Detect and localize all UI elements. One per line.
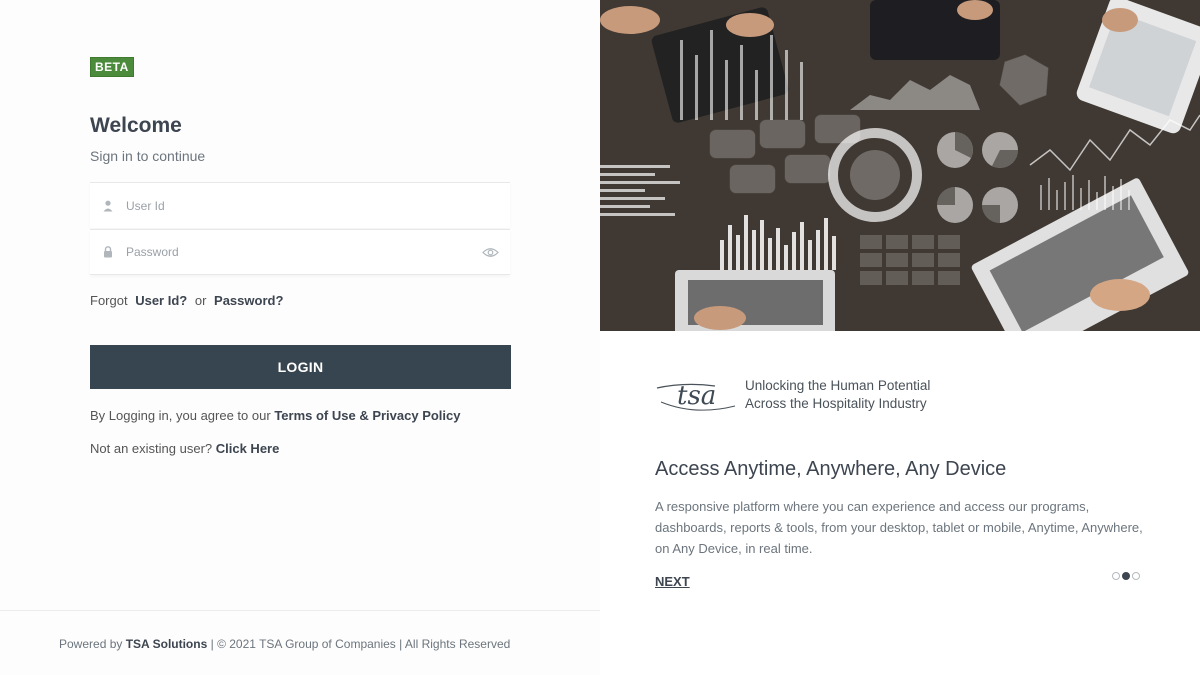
beta-badge: BETA [90, 57, 134, 77]
footer-company: TSA Solutions [125, 637, 208, 651]
terms-link[interactable]: Terms of Use & Privacy Policy [274, 408, 460, 423]
forgot-links: Forgot User Id? or Password? [90, 293, 287, 308]
password-input[interactable] [126, 245, 470, 259]
login-panel: BETA Welcome Sign in to continue Forgot … [0, 0, 600, 675]
brand-tagline: Unlocking the Human Potential Across the… [745, 377, 930, 413]
register-link[interactable]: Click Here [216, 441, 280, 456]
footer-prefix: Powered by [59, 637, 123, 651]
carousel-dots [1112, 572, 1140, 580]
tagline-line-2: Across the Hospitality Industry [745, 396, 927, 411]
lock-icon [90, 246, 126, 258]
footer: Powered by TSA Solutions | © 2021 TSA Gr… [59, 637, 510, 651]
eye-icon[interactable] [470, 247, 510, 258]
page-title: Welcome [90, 114, 182, 137]
user-icon [90, 200, 126, 212]
user-id-input[interactable] [126, 198, 510, 213]
carousel-dot-2[interactable] [1122, 572, 1130, 580]
forgot-user-id-link[interactable]: User Id? [135, 293, 187, 308]
brand-block: tsa Unlocking the Human Potential Across… [655, 372, 930, 418]
forgot-password-link[interactable]: Password? [214, 293, 283, 308]
next-button[interactable]: NEXT [655, 574, 690, 589]
terms-notice: By Logging in, you agree to our Terms of… [90, 408, 461, 423]
svg-text:tsa: tsa [677, 381, 716, 411]
terms-prefix: By Logging in, you agree to our [90, 408, 271, 423]
slide-title: Access Anytime, Anywhere, Any Device [655, 458, 1007, 480]
forgot-prefix: Forgot [90, 293, 128, 308]
user-id-field [90, 182, 510, 228]
new-user-notice: Not an existing user? Click Here [90, 441, 279, 456]
page-subtitle: Sign in to continue [90, 148, 206, 164]
password-field [90, 229, 510, 275]
promo-panel: tsa Unlocking the Human Potential Across… [600, 0, 1200, 675]
hero-image [600, 0, 1200, 331]
tsa-logo: tsa [655, 372, 739, 418]
new-user-prefix: Not an existing user? [90, 441, 213, 456]
carousel-dot-1[interactable] [1112, 572, 1120, 580]
forgot-or: or [194, 293, 207, 308]
login-button[interactable]: LOGIN [90, 345, 511, 389]
tagline-line-1: Unlocking the Human Potential [745, 378, 931, 393]
footer-divider [0, 610, 600, 611]
carousel-dot-3[interactable] [1132, 572, 1140, 580]
slide-description: A responsive platform where you can expe… [655, 499, 1143, 556]
footer-rest: | © 2021 TSA Group of Companies | All Ri… [210, 637, 511, 651]
